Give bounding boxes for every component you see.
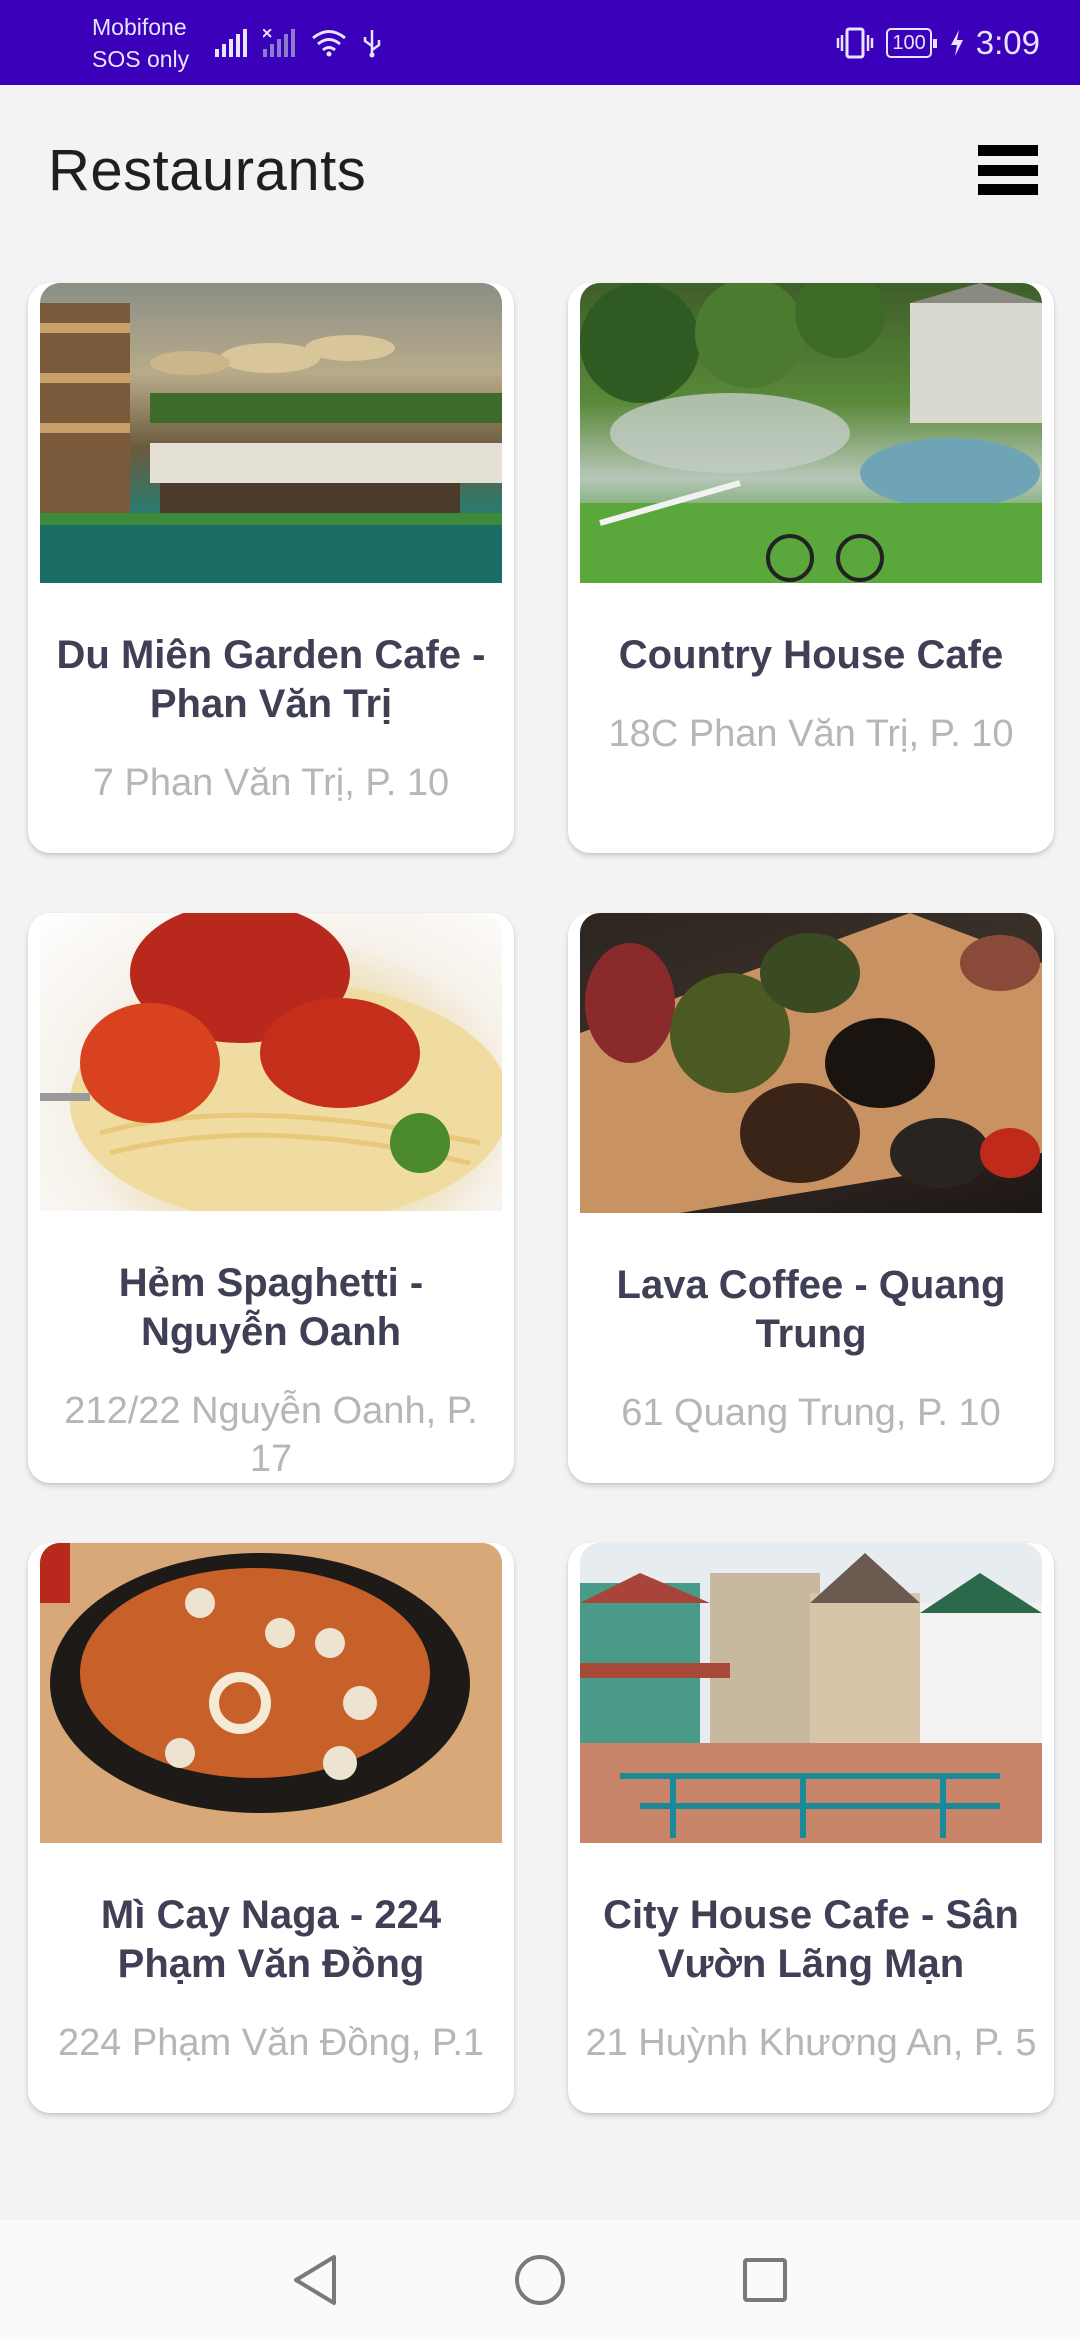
restaurant-card[interactable]: Country House Cafe 18C Phan Văn Trị, P. …	[568, 283, 1054, 853]
recents-button[interactable]	[735, 2250, 795, 2310]
carrier-name: Mobifone	[92, 13, 187, 40]
app-bar: Restaurants	[0, 85, 1080, 255]
signal-off-icon	[263, 28, 296, 57]
back-button[interactable]	[285, 2250, 345, 2310]
restaurant-name: Country House Cafe	[618, 633, 1004, 677]
restaurant-card[interactable]: Lava Coffee - Quang Trung 61 Quang Trung…	[568, 913, 1054, 1483]
usb-icon	[363, 29, 381, 57]
wifi-icon	[312, 29, 347, 56]
restaurant-address: 212/22 Nguyễn Oanh, P. 17	[64, 1390, 478, 1480]
garden-cafe-illustration	[40, 303, 502, 583]
home-icon	[515, 2255, 565, 2305]
restaurant-name: City House Cafe - Sân Vườn Lãng Mạn	[603, 1893, 1019, 1986]
menu-icon-bar	[978, 184, 1038, 195]
spaghetti-photo	[40, 913, 502, 1211]
restaurant-card[interactable]: Du Miên Garden Cafe - Phan Văn Trị 7 Pha…	[28, 283, 514, 853]
carrier-status: SOS only	[92, 45, 190, 72]
city-house-illustration	[580, 1543, 1042, 1843]
restaurant-address: 7 Phan Văn Trị, P. 10	[92, 762, 450, 804]
restaurant-name: Du Miên Garden Cafe - Phan Văn Trị	[56, 633, 486, 726]
clock: 3:09	[975, 23, 1040, 61]
restaurant-card[interactable]: Mì Cay Naga - 224 Phạm Văn Đồng 224 Phạm…	[28, 1543, 514, 2113]
status-bar: Mobifone SOS only 100 3:09	[0, 0, 1080, 85]
restaurant-card[interactable]: City House Cafe - Sân Vườn Lãng Mạn 21 H…	[568, 1543, 1054, 2113]
restaurant-address: 224 Phạm Văn Đồng, P.1	[57, 2022, 485, 2064]
navigation-bar	[0, 2220, 1080, 2340]
spicy-noodle-illustration	[40, 1543, 502, 1843]
restaurant-name: Mì Cay Naga - 224 Phạm Văn Đồng	[100, 1893, 442, 1986]
menu-icon-bar	[978, 164, 1038, 176]
restaurant-address: 21 Huỳnh Khương An, P. 5	[585, 2022, 1037, 2064]
page-title: Restaurants	[48, 137, 367, 203]
carrier-text: Mobifone SOS only	[92, 11, 189, 75]
restaurant-address: 61 Quang Trung, P. 10	[621, 1392, 1001, 1434]
restaurant-name: Lava Coffee - Quang Trung	[616, 1263, 1006, 1356]
restaurant-grid: Du Miên Garden Cafe - Phan Văn Trị 7 Pha…	[28, 283, 1054, 2113]
spicy-noodle-photo	[40, 1543, 502, 1843]
country-house-illustration	[580, 283, 1042, 583]
back-icon	[294, 2255, 336, 2305]
recents-icon	[743, 2258, 787, 2302]
restaurant-card[interactable]: Hẻm Spaghetti - Nguyễn Oanh 212/22 Nguyễ…	[28, 913, 514, 1483]
garden-cafe-photo	[40, 283, 502, 583]
restaurant-address: 18C Phan Văn Trị, P. 10	[608, 713, 1014, 755]
menu-button[interactable]	[978, 143, 1038, 197]
restaurant-name: Hẻm Spaghetti - Nguyễn Oanh	[118, 1261, 424, 1354]
spaghetti-illustration	[40, 913, 502, 1211]
menu-icon-bar	[978, 145, 1038, 156]
signal-icon	[215, 28, 248, 57]
vibrate-icon	[837, 27, 874, 58]
lava-cakes-photo	[580, 913, 1042, 1213]
country-house-photo	[580, 283, 1042, 583]
home-button[interactable]	[510, 2250, 570, 2310]
lava-cakes-illustration	[580, 913, 1042, 1213]
battery-indicator: 100	[886, 27, 938, 58]
signal-icons	[215, 28, 383, 58]
charging-icon	[950, 29, 963, 56]
carrier-info: Mobifone SOS only	[92, 11, 383, 75]
status-right: 100 3:09	[836, 24, 1040, 62]
city-house-photo	[580, 1543, 1042, 1843]
